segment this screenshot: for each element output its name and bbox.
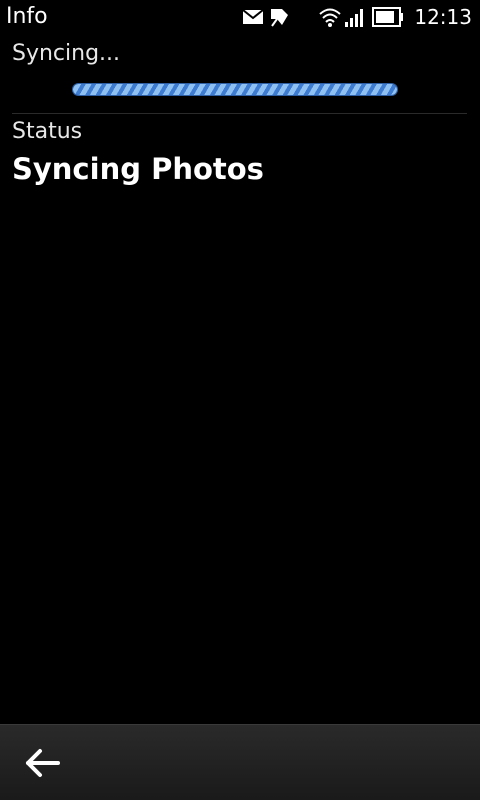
signal-icon <box>345 9 363 27</box>
sync-progress-fill <box>73 84 397 95</box>
sync-progress-bar <box>72 83 398 96</box>
battery-icon <box>372 7 403 27</box>
back-button[interactable] <box>10 735 74 791</box>
bottom-toolbar <box>0 724 480 800</box>
back-arrow-icon <box>26 749 60 777</box>
status-bar: Info 12:13 <box>0 0 480 34</box>
status-value: Syncing Photos <box>12 152 264 186</box>
status-heading: Status <box>12 119 83 144</box>
divider <box>12 113 467 114</box>
sync-label: Syncing... <box>12 41 121 66</box>
notification-icon <box>271 9 288 27</box>
app-title: Info <box>6 4 48 29</box>
wifi-icon <box>319 8 341 27</box>
clock: 12:13 <box>414 5 472 29</box>
mail-icon <box>242 9 264 24</box>
